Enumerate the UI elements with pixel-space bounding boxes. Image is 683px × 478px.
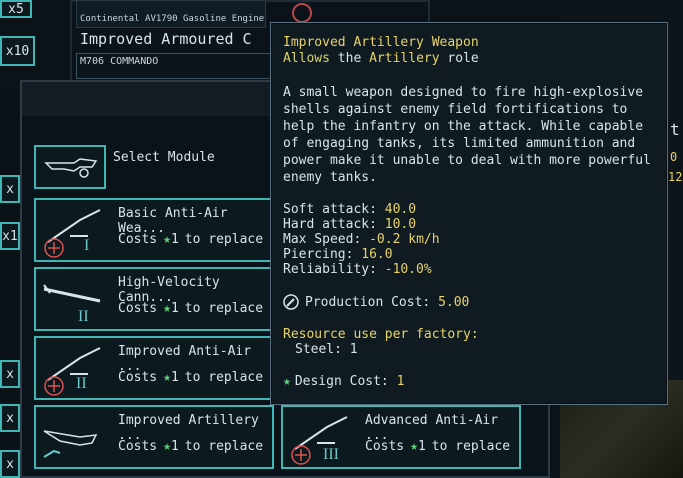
cannon-icon: II bbox=[40, 277, 112, 331]
cost-prefix: Costs bbox=[118, 439, 158, 454]
cost-suffix: to replace bbox=[184, 370, 264, 385]
allows-prefix: Allows bbox=[283, 51, 330, 66]
cost-suffix: to replace bbox=[184, 232, 264, 247]
design-title: Improved Armoured C bbox=[80, 30, 252, 48]
module-item-cost: Costs ★ 1 to replace bbox=[118, 439, 263, 454]
stat-hard-attack: Hard attack: 10.0 bbox=[283, 217, 655, 232]
multiplier-button-x5[interactable]: x5 bbox=[0, 0, 32, 18]
svg-text:II: II bbox=[78, 308, 89, 325]
stat-label: Soft attack: bbox=[283, 202, 377, 217]
right-edge-text-3: 120 bbox=[668, 170, 683, 184]
cost-suffix: to replace bbox=[184, 439, 264, 454]
stat-label: Piercing: bbox=[283, 247, 354, 262]
module-item-improved-anti-air[interactable]: II Improved Anti-Air ... Costs ★ 1 to re… bbox=[34, 336, 274, 400]
anti-air-gun-icon: II bbox=[40, 344, 112, 398]
production-value: 5.00 bbox=[438, 294, 470, 310]
allows-mid: the bbox=[337, 51, 362, 66]
module-item-basic-anti-air[interactable]: I Basic Anti-Air Wea... Costs ★ 1 to rep… bbox=[34, 198, 274, 262]
tooltip-description: A small weapon designed to fire high-exp… bbox=[283, 85, 651, 185]
wrench-icon bbox=[283, 294, 299, 310]
star-icon: ★ bbox=[163, 301, 171, 316]
stat-label: Reliability: bbox=[283, 262, 377, 277]
stat-label: Max Speed: bbox=[283, 232, 362, 247]
right-edge-text-1: t bbox=[670, 120, 680, 139]
select-module-icon-box[interactable] bbox=[34, 145, 106, 189]
cost-prefix: Costs bbox=[118, 232, 158, 247]
cost-value: 1 bbox=[170, 232, 179, 247]
svg-text:II: II bbox=[76, 375, 87, 392]
stat-value: -10.0% bbox=[384, 262, 432, 277]
design-label: Design Cost: bbox=[294, 374, 389, 389]
cost-prefix: Costs bbox=[118, 370, 158, 385]
stat-value: 10.0 bbox=[384, 217, 417, 232]
module-item-cost: Costs ★ 1 to replace bbox=[118, 301, 263, 316]
cost-value: 1 bbox=[170, 370, 179, 385]
tooltip-design-cost: ★ Design Cost: 1 bbox=[283, 374, 655, 389]
engine-label: Continental AV1790 Gasoline Engine bbox=[80, 14, 265, 24]
stat-reliability: Reliability: -10.0% bbox=[283, 262, 655, 277]
svg-text:III: III bbox=[323, 446, 339, 463]
cost-value: 1 bbox=[170, 439, 179, 454]
cost-suffix: to replace bbox=[431, 439, 511, 454]
commando-label: M706 COMMANDO bbox=[80, 56, 159, 67]
svg-text:I: I bbox=[84, 237, 89, 254]
tooltip-title: Improved Artillery Weapon bbox=[283, 35, 479, 50]
stat-value: -0.2 km/h bbox=[369, 232, 440, 247]
stat-piercing: Piercing: 16.0 bbox=[283, 247, 655, 262]
cost-prefix: Costs bbox=[118, 301, 158, 316]
cost-prefix: Costs bbox=[365, 439, 405, 454]
tooltip-allows: Allows the Artillery role bbox=[283, 51, 655, 66]
side-button-1[interactable]: x bbox=[0, 175, 20, 203]
cost-value: 1 bbox=[170, 301, 179, 316]
star-icon: ★ bbox=[163, 232, 171, 247]
star-icon: ★ bbox=[410, 439, 418, 454]
star-icon: ★ bbox=[163, 370, 171, 385]
gun-icon bbox=[44, 155, 98, 181]
multiplier-button-x10[interactable]: x10 bbox=[0, 36, 35, 66]
module-item-cost: Costs ★ 1 to replace bbox=[118, 232, 263, 247]
cost-value: 1 bbox=[417, 439, 426, 454]
artillery-icon bbox=[40, 417, 112, 467]
stat-label: Hard attack: bbox=[283, 217, 377, 232]
side-button-3[interactable]: x bbox=[0, 360, 20, 388]
module-item-improved-artillery[interactable]: Improved Artillery ... Costs ★ 1 to repl… bbox=[34, 405, 274, 469]
design-value: 1 bbox=[396, 374, 405, 389]
tooltip-production: Production Cost: 5.00 bbox=[283, 294, 655, 310]
anti-air-gun-icon: I bbox=[40, 206, 112, 260]
production-label: Production Cost: bbox=[305, 294, 431, 310]
stat-soft-attack: Soft attack: 40.0 bbox=[283, 202, 655, 217]
anti-air-gun-icon: III bbox=[287, 413, 359, 467]
resource-line: Steel: 1 bbox=[295, 342, 358, 357]
right-edge-text-2: 0 bbox=[670, 150, 678, 164]
module-tooltip: Improved Artillery Weapon Allows the Art… bbox=[270, 22, 668, 405]
remove-icon[interactable] bbox=[292, 3, 312, 23]
stat-max-speed: Max Speed: -0.2 km/h bbox=[283, 232, 655, 247]
star-icon: ★ bbox=[283, 374, 291, 389]
side-button-4[interactable]: x bbox=[0, 404, 20, 432]
stat-value: 16.0 bbox=[361, 247, 393, 262]
module-item-advanced-anti-air[interactable]: III Advanced Anti-Air ... Costs ★ 1 to r… bbox=[281, 405, 521, 469]
allows-role: Artillery bbox=[369, 51, 440, 66]
allows-suffix: role bbox=[447, 51, 479, 66]
side-button-2[interactable]: x1 bbox=[0, 222, 20, 250]
module-item-high-velocity-cannon[interactable]: II High-Velocity Cann... Costs ★ 1 to re… bbox=[34, 267, 274, 331]
cost-suffix: to replace bbox=[184, 301, 264, 316]
stat-value: 40.0 bbox=[384, 202, 417, 217]
side-button-5[interactable]: x bbox=[0, 450, 20, 478]
resource-header: Resource use per factory: bbox=[283, 327, 479, 342]
select-module-label: Select Module bbox=[113, 150, 215, 165]
module-item-cost: Costs ★ 1 to replace bbox=[118, 370, 263, 385]
star-icon: ★ bbox=[163, 439, 171, 454]
module-item-cost: Costs ★ 1 to replace bbox=[365, 439, 510, 454]
